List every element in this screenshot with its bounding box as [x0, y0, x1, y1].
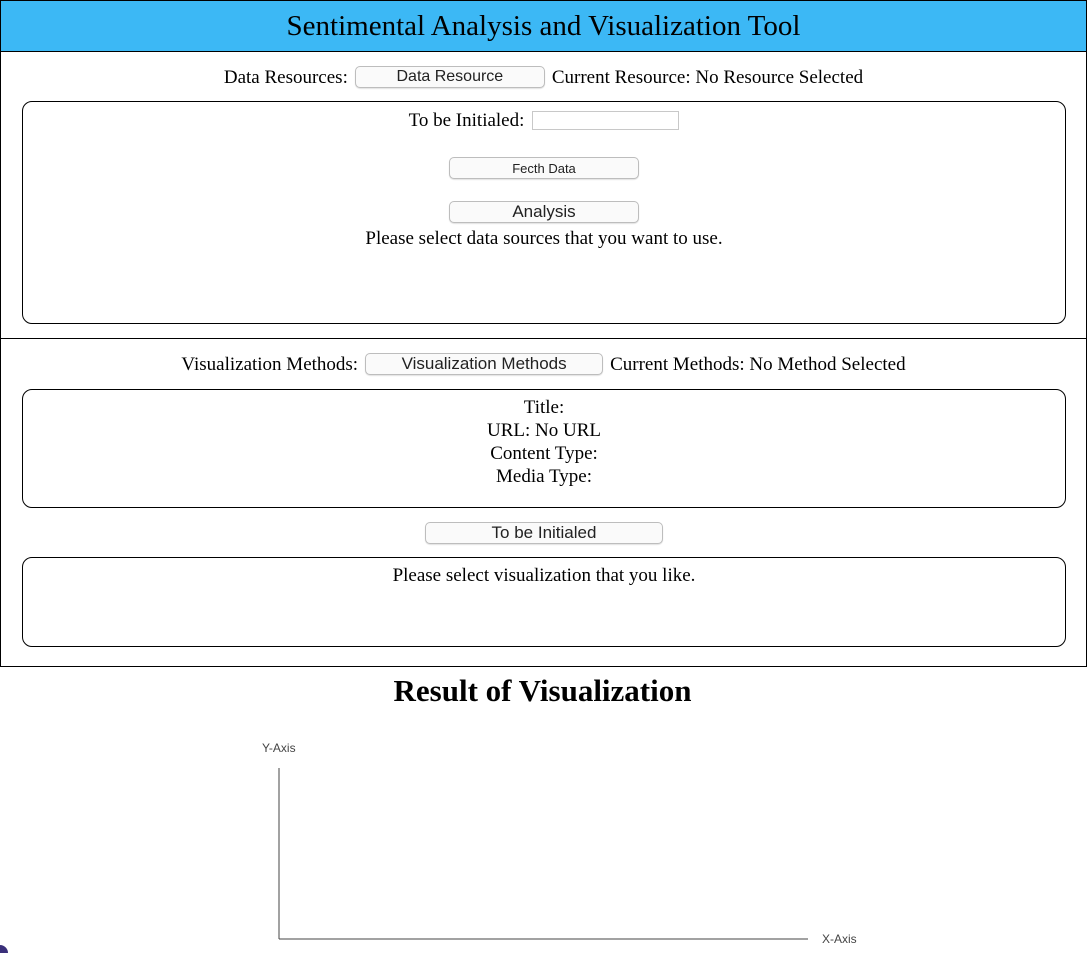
fetch-data-button[interactable]: Fecth Data — [449, 157, 639, 179]
viz-methods-label: Visualization Methods: — [181, 353, 359, 375]
resource-info-box: Title: URL: No URL Content Type: Media T… — [22, 389, 1066, 508]
init-input[interactable] — [532, 111, 680, 130]
window-corner — [0, 945, 8, 953]
data-source-message: Please select data sources that you want… — [365, 228, 723, 249]
app-header: Sentimental Analysis and Visualization T… — [0, 0, 1087, 52]
current-resource-label: Current Resource: No Resource Selected — [551, 66, 864, 88]
init-row: To be Initialed: — [23, 111, 1065, 130]
data-resources-label: Data Resources: — [223, 66, 348, 88]
viz-message: Please select visualization that you lik… — [392, 565, 696, 586]
init-label: To be Initialed: — [408, 110, 525, 131]
viz-methods-button[interactable]: Visualization Methods — [365, 353, 604, 375]
info-title: Title: — [523, 397, 565, 418]
result-chart — [278, 768, 808, 940]
result-heading: Result of Visualization — [393, 673, 692, 708]
viz-init-button[interactable]: To be Initialed — [425, 522, 663, 544]
app-title: Sentimental Analysis and Visualization T… — [286, 9, 801, 42]
data-resource-row: Data Resources: Data Resource Current Re… — [1, 66, 1086, 88]
info-content-type: Content Type: — [490, 443, 598, 464]
x-axis-label: X-Axis — [822, 932, 857, 946]
analysis-button[interactable]: Analysis — [449, 201, 639, 223]
data-resource-panel: Data Resources: Data Resource Current Re… — [0, 52, 1087, 340]
viz-message-box: Please select visualization that you lik… — [22, 557, 1066, 647]
current-methods-label: Current Methods: No Method Selected — [610, 353, 906, 375]
info-url: URL: No URL — [487, 420, 601, 441]
data-options-box: To be Initialed: Fecth Data Analysis Ple… — [22, 101, 1066, 324]
viz-methods-row: Visualization Methods: Visualization Met… — [1, 353, 1086, 375]
visualization-panel: Visualization Methods: Visualization Met… — [0, 338, 1087, 667]
y-axis-label: Y-Axis — [262, 741, 296, 755]
data-resource-button[interactable]: Data Resource — [354, 66, 545, 88]
info-media-type: Media Type: — [496, 466, 592, 487]
